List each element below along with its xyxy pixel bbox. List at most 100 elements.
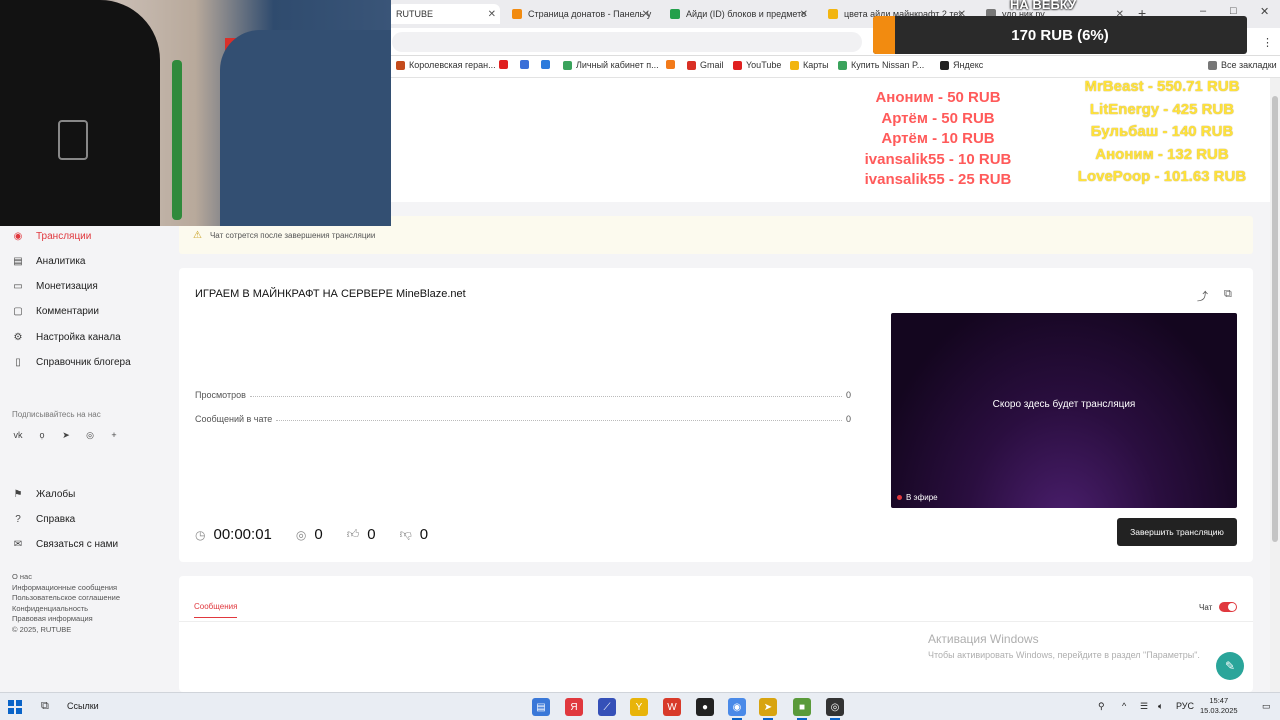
metric-dislikes: 👎︎ 0	[399, 526, 429, 543]
follow-us-label: Подписывайтесь на нас	[12, 410, 101, 419]
viber-icon[interactable]: ◎	[84, 430, 96, 441]
chat-toggle-label: Чат	[1199, 603, 1213, 612]
network-icon[interactable]: ⚲	[1098, 701, 1105, 712]
clock[interactable]: 15:47 15.03.2025	[1200, 696, 1238, 716]
tab-block-ids[interactable]: Айди (ID) блоков и предмето ✕	[662, 4, 812, 24]
all-bookmarks[interactable]: Все закладки	[1208, 60, 1277, 70]
taskbar-links-label[interactable]: Ссылки	[67, 701, 99, 711]
bookmark-maps[interactable]: Карты	[790, 60, 829, 70]
telegram-icon[interactable]: ➤	[759, 698, 777, 720]
donation-entry: ivansalik55 - 25 RUB	[864, 171, 1012, 188]
volume-icon[interactable]: 🔈︎	[1158, 701, 1163, 712]
tab-rutube[interactable]: RUTUBE ✕	[388, 4, 500, 24]
recent-donations: Аноним - 50 RUB Артём - 50 RUB Артём - 1…	[838, 88, 1038, 191]
browser-menu-icon[interactable]: ⋮	[1262, 36, 1273, 49]
bookmark-item[interactable]	[541, 60, 554, 69]
language-indicator[interactable]: РУС	[1176, 701, 1194, 711]
bookmark-icon	[563, 60, 572, 70]
bookmark-item[interactable]	[499, 60, 512, 69]
app-icon[interactable]: W	[663, 698, 681, 716]
tab-label: Страница донатов - Панель у	[528, 9, 652, 19]
url-input[interactable]	[392, 32, 862, 52]
sidebar-item-channel-settings[interactable]: ⚙ Настройка канала	[12, 329, 121, 345]
tab-messages[interactable]: Сообщения	[194, 602, 238, 618]
bookmark-item[interactable]: Королевская геран...	[396, 60, 496, 70]
donation-entry: ivansalik55 - 10 RUB	[864, 150, 1012, 168]
stream-preview[interactable]: Скоро здесь будет трансляция В эфире	[891, 313, 1237, 508]
bookmark-yandex[interactable]: Яндекс	[940, 60, 983, 70]
close-window-button[interactable]: ✕	[1260, 5, 1269, 18]
webcam-overlay	[0, 0, 391, 226]
sidebar-item-monetization[interactable]: ▭ Монетизация	[12, 278, 98, 294]
end-stream-button[interactable]: Завершить трансляцию	[1117, 518, 1237, 546]
support-chat-button[interactable]: ✎	[1216, 652, 1244, 680]
telegram-icon[interactable]: ➤	[60, 430, 72, 441]
broadcast-icon: ◉	[13, 230, 23, 242]
donation-goal-text: 170 RUB (6%)	[1011, 26, 1109, 44]
sidebar-item-analytics[interactable]: ▤ Аналитика	[12, 253, 85, 269]
chair-logo	[58, 120, 88, 160]
clock-icon: ◷	[195, 527, 206, 542]
flag-icon: ⚑	[13, 488, 23, 500]
close-icon[interactable]: ✕	[488, 9, 496, 20]
book-icon: ▯	[15, 356, 21, 368]
bookmark-icon	[520, 60, 529, 69]
mail-icon: ✉	[13, 538, 23, 550]
footer-link-privacy[interactable]: Конфиденциальность	[12, 604, 120, 615]
bookmark-icon	[838, 60, 847, 70]
chat-toggle[interactable]	[1219, 602, 1237, 612]
close-icon[interactable]: ✕	[800, 9, 808, 20]
chrome-icon[interactable]: ◉	[728, 698, 746, 720]
bookmark-item[interactable]	[666, 60, 679, 69]
bookmark-youtube[interactable]: YouTube	[733, 60, 781, 70]
close-icon[interactable]: ✕	[642, 9, 650, 20]
donation-entry: MrBeast - 550.71 RUB	[1084, 78, 1240, 95]
sidebar-item-complaints[interactable]: ⚑ Жалобы	[12, 486, 76, 502]
plus-icon[interactable]: +	[108, 430, 120, 441]
sidebar-item-broadcasts[interactable]: ◉ Трансляции	[12, 228, 92, 244]
wifi-icon[interactable]: ☰	[1140, 701, 1148, 712]
live-badge: В эфире	[897, 493, 938, 502]
footer-link-info[interactable]: Информационные сообщения	[12, 583, 120, 594]
ok-icon[interactable]: ọ	[36, 430, 48, 441]
viewers-icon: ◎	[295, 527, 307, 542]
yandex-icon[interactable]: Y	[630, 698, 648, 716]
tab-donations[interactable]: Страница донатов - Панель у ✕	[504, 4, 654, 24]
share-icon[interactable]: ⤴	[1197, 288, 1208, 304]
sidebar-item-contact[interactable]: ✉ Связаться с нами	[12, 536, 118, 552]
person-shirt	[220, 30, 391, 226]
app-icon[interactable]: ⟋	[598, 698, 616, 716]
analytics-icon: ▤	[13, 255, 23, 267]
vk-icon[interactable]: vk	[12, 430, 24, 441]
bookmark-icon	[396, 60, 405, 70]
start-button[interactable]	[8, 700, 22, 714]
bookmark-item[interactable]: Купить Nissan P...	[838, 60, 924, 70]
tab-label: Айди (ID) блоков и предмето	[686, 9, 807, 19]
stat-views: Просмотров 0	[195, 390, 851, 400]
minecraft-icon[interactable]: ■	[793, 698, 811, 720]
obs-icon[interactable]: ●	[696, 698, 714, 716]
bookmark-gmail[interactable]: Gmail	[687, 60, 724, 70]
notepad-icon[interactable]: ▤	[532, 698, 550, 716]
yandex-browser-icon[interactable]: Я	[565, 698, 583, 716]
task-view-icon[interactable]: ⧉	[41, 700, 49, 713]
folder-icon	[1208, 60, 1217, 70]
tray-chevron-icon[interactable]: ^	[1122, 701, 1126, 711]
sidebar-item-blogger-guide[interactable]: ▯ Справочник блогера	[12, 354, 130, 370]
sidebar-item-comments[interactable]: ▢ Комментарии	[12, 303, 99, 319]
bookmark-item[interactable]	[520, 60, 533, 69]
youtube-icon	[733, 60, 742, 70]
bookmark-item[interactable]: Личный кабинет п...	[563, 60, 659, 70]
gear-icon: ⚙	[13, 331, 23, 343]
external-link-icon[interactable]: ⧉	[1224, 288, 1232, 304]
donation-entry: Артём - 10 RUB	[881, 130, 995, 147]
footer-link-legal[interactable]: Правовая информация	[12, 614, 120, 625]
notifications-icon[interactable]: ▭	[1262, 701, 1271, 712]
sidebar-item-help[interactable]: ? Справка	[12, 511, 75, 527]
favicon-icon	[828, 9, 838, 19]
donation-entry: Аноним - 132 RUB	[1095, 145, 1229, 163]
footer-link-about[interactable]: О нас	[12, 572, 120, 583]
obs-studio-icon[interactable]: ◎	[826, 698, 844, 720]
donation-entry: Артём - 50 RUB	[881, 109, 995, 127]
footer-link-terms[interactable]: Пользовательское соглашение	[12, 593, 120, 604]
